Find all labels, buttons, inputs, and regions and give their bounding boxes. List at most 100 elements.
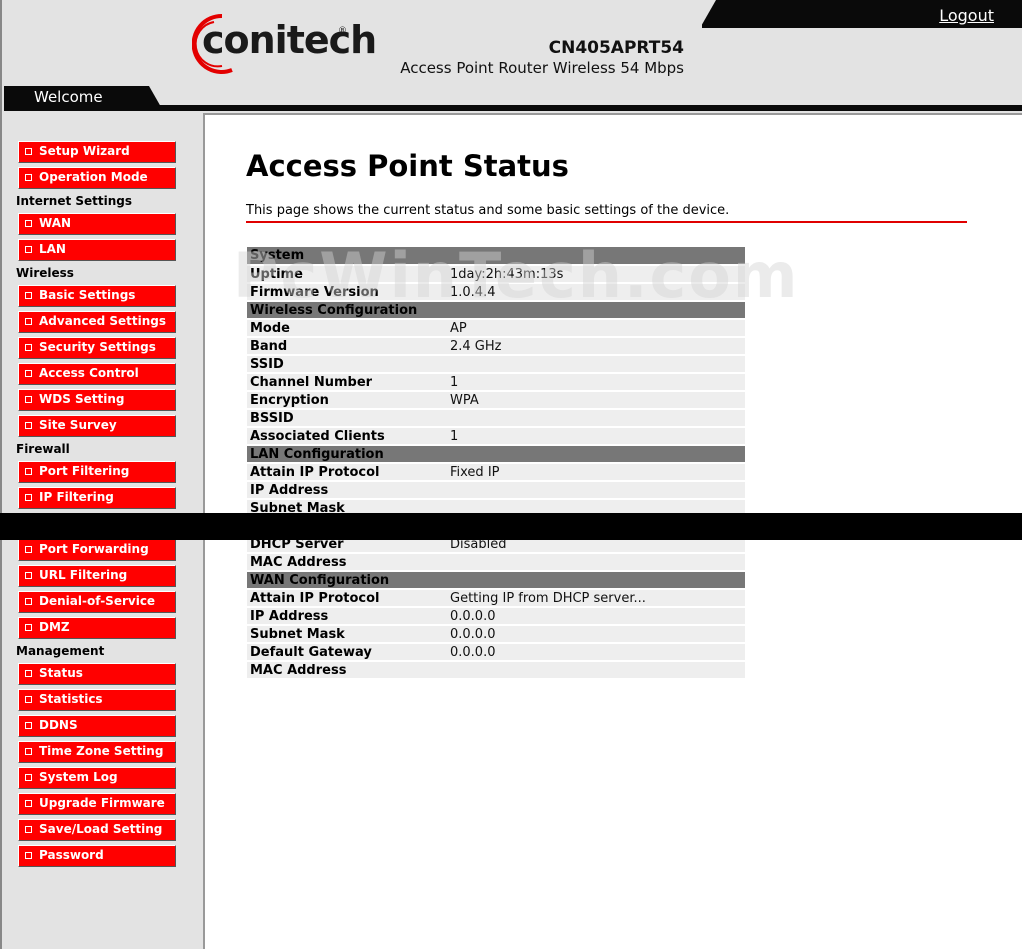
sidebar-item-label: Setup Wizard	[39, 144, 130, 158]
bullet-icon	[25, 148, 32, 155]
bullet-icon	[25, 670, 32, 677]
row-value: 0.0.0.0	[447, 625, 745, 644]
sidebar-item-denial-of-service[interactable]: Denial-of-Service	[18, 591, 176, 613]
sidebar-item-lan[interactable]: LAN	[18, 239, 176, 261]
table-row: MAC Address	[247, 661, 745, 680]
row-value	[447, 481, 745, 500]
sidebar-item-label: Statistics	[39, 692, 103, 706]
redaction-bar	[0, 513, 1022, 540]
welcome-bar: Welcome	[4, 86, 1022, 113]
row-label: IP Address	[247, 481, 447, 500]
bullet-icon	[25, 624, 32, 631]
bullet-icon	[25, 174, 32, 181]
sidebar-item-label: Basic Settings	[39, 288, 136, 302]
sidebar-item-setup-wizard[interactable]: Setup Wizard	[18, 141, 176, 163]
sidebar-item-basic-settings[interactable]: Basic Settings	[18, 285, 176, 307]
sidebar-item-ip-filtering[interactable]: IP Filtering	[18, 487, 176, 509]
section-title: Wireless Configuration	[247, 301, 745, 320]
row-label: Mode	[247, 319, 447, 338]
section-title: LAN Configuration	[247, 445, 745, 464]
sidebar-item-label: URL Filtering	[39, 568, 128, 582]
section-header-lan-configuration: LAN Configuration	[247, 445, 745, 464]
model-number: CN405APRT54	[548, 38, 684, 58]
row-value: 1.0.4.4	[447, 283, 745, 302]
bullet-icon	[25, 696, 32, 703]
sidebar-item-statistics[interactable]: Statistics	[18, 689, 176, 711]
row-label: SSID	[247, 355, 447, 374]
row-value	[447, 355, 745, 374]
sidebar-item-status[interactable]: Status	[18, 663, 176, 685]
table-row: Encryption WPA	[247, 391, 745, 410]
row-label: Subnet Mask	[247, 625, 447, 644]
sidebar-item-operation-mode[interactable]: Operation Mode	[18, 167, 176, 189]
sidebar-item-label: Save/Load Setting	[39, 822, 163, 836]
sidebar-item-access-control[interactable]: Access Control	[18, 363, 176, 385]
table-row: Firmware Version 1.0.4.4	[247, 283, 745, 302]
row-value: WPA	[447, 391, 745, 410]
logo-registered-mark: ®	[338, 26, 347, 36]
bullet-icon	[25, 852, 32, 859]
row-label: Uptime	[247, 265, 447, 284]
sidebar-item-label: Security Settings	[39, 340, 156, 354]
table-row: Default Gateway 0.0.0.0	[247, 643, 745, 662]
sidebar-item-security-settings[interactable]: Security Settings	[18, 337, 176, 359]
sidebar-item-url-filtering[interactable]: URL Filtering	[18, 565, 176, 587]
sidebar-item-dmz[interactable]: DMZ	[18, 617, 176, 639]
section-header-system: System	[247, 247, 745, 266]
bullet-icon	[25, 494, 32, 501]
row-label: Default Gateway	[247, 643, 447, 662]
row-label: Associated Clients	[247, 427, 447, 446]
row-label: MAC Address	[247, 553, 447, 572]
sidebar-item-label: Denial-of-Service	[39, 594, 156, 608]
header: conitech ® CN405APRT54 Access Point Rout…	[0, 0, 1022, 113]
row-value: AP	[447, 319, 745, 338]
sidebar-item-time-zone-setting[interactable]: Time Zone Setting	[18, 741, 176, 763]
sidebar-item-label: WAN	[39, 216, 72, 230]
section-header-wan-configuration: WAN Configuration	[247, 571, 745, 590]
sidebar-item-label: Port Filtering	[39, 464, 130, 478]
row-value	[447, 553, 745, 572]
section-header-wireless-configuration: Wireless Configuration	[247, 301, 745, 320]
table-row: MAC Address	[247, 553, 745, 572]
row-label: Encryption	[247, 391, 447, 410]
row-value: 1	[447, 373, 745, 392]
bullet-icon	[25, 468, 32, 475]
sidebar-item-save-load-setting[interactable]: Save/Load Setting	[18, 819, 176, 841]
sidebar-item-site-survey[interactable]: Site Survey	[18, 415, 176, 437]
bullet-icon	[25, 292, 32, 299]
table-row: Channel Number 1	[247, 373, 745, 392]
table-row: Attain IP Protocol Fixed IP	[247, 463, 745, 482]
sidebar-item-label: Site Survey	[39, 418, 117, 432]
sidebar-section-internet-settings: Internet Settings	[16, 194, 133, 208]
status-table: System Uptime 1day:2h:43m:13s Firmware Vers…	[247, 247, 745, 680]
logo-text: conitech	[202, 18, 377, 62]
row-label: Attain IP Protocol	[247, 463, 447, 482]
bullet-icon	[25, 748, 32, 755]
sidebar-item-upgrade-firmware[interactable]: Upgrade Firmware	[18, 793, 176, 815]
sidebar-item-label: IP Filtering	[39, 490, 114, 504]
row-label: IP Address	[247, 607, 447, 626]
sidebar-item-password[interactable]: Password	[18, 845, 176, 867]
logout-link[interactable]: Logout	[939, 6, 994, 25]
bullet-icon	[25, 370, 32, 377]
table-row: IP Address	[247, 481, 745, 500]
bullet-icon	[25, 774, 32, 781]
sidebar-item-system-log[interactable]: System Log	[18, 767, 176, 789]
sidebar-item-ddns[interactable]: DDNS	[18, 715, 176, 737]
sidebar-item-advanced-settings[interactable]: Advanced Settings	[18, 311, 176, 333]
welcome-tab: Welcome	[4, 86, 161, 107]
sidebar-item-port-filtering[interactable]: Port Filtering	[18, 461, 176, 483]
sidebar-item-wds-setting[interactable]: WDS Setting	[18, 389, 176, 411]
sidebar-item-label: Port Forwarding	[39, 542, 149, 556]
row-value: 0.0.0.0	[447, 643, 745, 662]
sidebar-item-label: DDNS	[39, 718, 78, 732]
row-label: Channel Number	[247, 373, 447, 392]
sidebar-item-wan[interactable]: WAN	[18, 213, 176, 235]
sidebar-section-wireless: Wireless	[16, 266, 74, 280]
bullet-icon	[25, 344, 32, 351]
description-divider	[246, 221, 967, 223]
sidebar-item-port-forwarding[interactable]: Port Forwarding	[18, 539, 176, 561]
page-title: Access Point Status	[246, 149, 569, 183]
sidebar-section-management: Management	[16, 644, 105, 658]
table-row: Subnet Mask 0.0.0.0	[247, 625, 745, 644]
